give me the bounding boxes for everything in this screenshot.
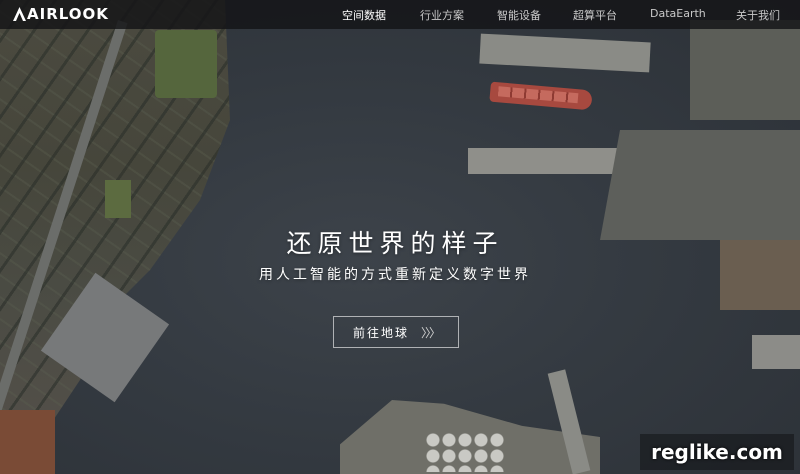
triple-chevron-right-icon: 〉〉〉 xyxy=(421,325,441,340)
hero-title: 还原世界的样子 xyxy=(286,229,504,258)
nav-item-smart-devices[interactable]: 智能设备 xyxy=(497,7,541,23)
storage-tanks xyxy=(425,432,505,472)
watermark: reglike.com xyxy=(640,434,794,470)
land-top-right xyxy=(690,20,800,120)
nav-item-spatial-data[interactable]: 空间数据 xyxy=(342,7,386,23)
navbar: AIRLOOK 空间数据 行业方案 智能设备 超算平台 DataEarth 关于… xyxy=(0,0,800,29)
field xyxy=(105,180,131,218)
cta-label: 前往地球 xyxy=(352,325,409,340)
hero-subtitle: 用人工智能的方式重新定义数字世界 xyxy=(259,267,531,283)
go-to-earth-button[interactable]: 前往地球 〉〉〉 xyxy=(333,316,459,348)
nav-item-dataearth[interactable]: DataEarth xyxy=(650,7,706,20)
nav-item-supercomputing[interactable]: 超算平台 xyxy=(573,7,617,23)
building-roof xyxy=(0,410,55,474)
nav-item-about-us[interactable]: 关于我们 xyxy=(736,7,780,23)
main-nav: 空间数据 行业方案 智能设备 超算平台 DataEarth 关于我们 xyxy=(0,0,800,29)
dock xyxy=(752,335,800,369)
sports-field xyxy=(155,30,217,98)
nav-item-industry-solutions[interactable]: 行业方案 xyxy=(420,7,464,23)
